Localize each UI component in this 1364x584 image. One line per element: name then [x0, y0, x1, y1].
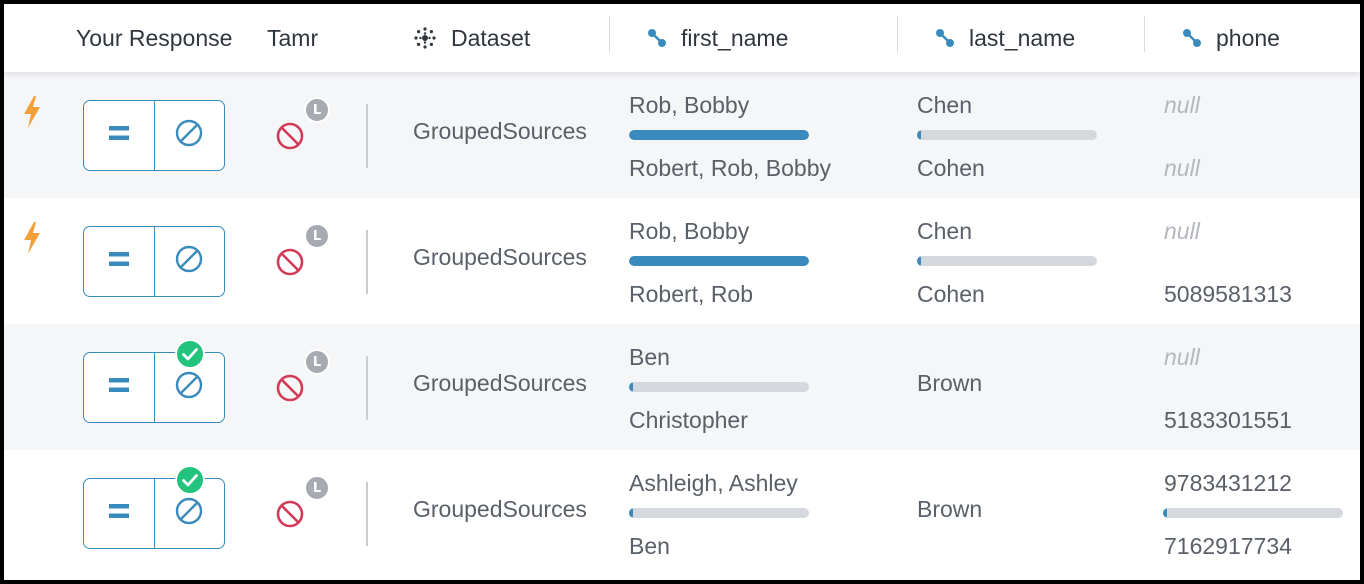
dataset-value: GroupedSources [413, 244, 587, 270]
tamr-label-badge: L [304, 97, 330, 123]
last-name-similarity-bar [917, 130, 1097, 140]
phone-top-value: 9783431212 [1164, 470, 1292, 496]
last-name-top-value: Chen [917, 218, 972, 244]
first-name-bottom-value: Ben [629, 533, 670, 559]
table-row[interactable]: L GroupedSources Ashleigh, Ashley Ben Brown 9… [4, 450, 1360, 576]
phone-top-value: null [1164, 344, 1200, 370]
no-match-button[interactable] [153, 101, 225, 170]
first-name-top-value: Rob, Bobby [629, 218, 750, 244]
last-name-top-value: Chen [917, 92, 972, 118]
header-your-response-label: Your Response [76, 24, 233, 51]
no-match-icon [174, 496, 204, 531]
first-name-similarity-fill [629, 382, 633, 392]
tamr-no-match-icon [275, 247, 305, 282]
last-name-bottom-value: Cohen [917, 281, 985, 307]
header-first-name[interactable]: first_name [647, 4, 788, 72]
table-row[interactable]: L GroupedSources Ben Christopher Brown null 51… [4, 324, 1360, 450]
first-name-top-value: Ashleigh, Ashley [629, 470, 798, 496]
first-name-similarity-fill [629, 130, 809, 140]
header-your-response[interactable]: Your Response [76, 4, 232, 72]
last-name-similarity-fill [917, 256, 921, 266]
checkmark-icon [175, 339, 205, 374]
last-name-bottom-value: Cohen [917, 155, 985, 181]
phone-similarity-fill [1163, 508, 1167, 518]
dataset-icon [413, 26, 437, 50]
equals-icon [108, 502, 130, 525]
header-first-name-label: first_name [681, 24, 789, 51]
attribute-link-icon [935, 28, 955, 48]
response-button-group [83, 226, 225, 297]
dataset-value: GroupedSources [413, 496, 587, 522]
equals-icon [108, 376, 130, 399]
pair-review-table: Your Response Tamr Dataset first_name la… [4, 4, 1360, 580]
lightning-bolt-icon [22, 222, 42, 259]
match-button[interactable] [84, 353, 154, 422]
header-divider [897, 16, 898, 52]
dataset-value: GroupedSources [413, 118, 587, 144]
dataset-value: GroupedSources [413, 370, 587, 396]
phone-top-value: null [1164, 218, 1200, 244]
first-name-similarity-bar [629, 508, 809, 518]
equals-icon [108, 124, 130, 147]
header-dataset-label: Dataset [451, 24, 531, 51]
first-name-similarity-fill [629, 508, 633, 518]
header-last-name-label: last_name [969, 24, 1076, 51]
header-dataset[interactable]: Dataset [413, 4, 530, 72]
first-name-similarity-bar [629, 382, 809, 392]
tamr-label-badge: L [304, 475, 330, 501]
phone-bottom-value: 7162917734 [1164, 533, 1292, 559]
last-name-value: Brown [917, 496, 983, 522]
first-name-similarity-bar [629, 130, 809, 140]
header-divider [1144, 16, 1145, 52]
header-phone-label: phone [1216, 24, 1280, 51]
header-last-name[interactable]: last_name [935, 4, 1075, 72]
no-match-button[interactable] [153, 227, 225, 296]
tamr-no-match-icon [275, 373, 305, 408]
first-name-bottom-value: Robert, Rob [629, 281, 754, 307]
checkmark-icon [175, 465, 205, 500]
column-divider [366, 104, 368, 168]
first-name-top-value: Ben [629, 344, 670, 370]
header-tamr[interactable]: Tamr [267, 4, 318, 72]
header-phone[interactable]: phone [1182, 4, 1280, 72]
match-button[interactable] [84, 479, 154, 548]
no-match-icon [174, 118, 204, 153]
phone-bottom-value: 5183301551 [1164, 407, 1292, 433]
lightning-bolt-icon [22, 96, 42, 133]
no-match-icon [174, 244, 204, 279]
phone-top-value: null [1164, 92, 1200, 118]
first-name-bottom-value: Robert, Rob, Bobby [629, 155, 832, 181]
table-row[interactable]: L GroupedSources Rob, Bobby Robert, Rob, Bo… [4, 72, 1360, 198]
phone-similarity-bar [1163, 508, 1343, 518]
attribute-link-icon [647, 28, 667, 48]
tamr-label-badge: L [304, 349, 330, 375]
header-tamr-label: Tamr [267, 24, 319, 51]
table-header: Your Response Tamr Dataset first_name la… [4, 4, 1360, 72]
column-divider [366, 482, 368, 546]
column-divider [366, 356, 368, 420]
first-name-similarity-bar [629, 256, 809, 266]
tamr-no-match-icon [275, 499, 305, 534]
tamr-label-badge: L [304, 223, 330, 249]
attribute-link-icon [1182, 28, 1202, 48]
first-name-similarity-fill [629, 256, 809, 266]
response-button-group [83, 100, 225, 171]
first-name-top-value: Rob, Bobby [629, 92, 750, 118]
table-row[interactable]: L GroupedSources Rob, Bobby Robert, Rob Chen… [4, 198, 1360, 324]
last-name-similarity-fill [917, 130, 921, 140]
phone-bottom-value: 5089581313 [1164, 281, 1292, 307]
no-match-icon [174, 370, 204, 405]
first-name-bottom-value: Christopher [629, 407, 748, 433]
equals-icon [108, 250, 130, 273]
match-button[interactable] [84, 101, 154, 170]
header-divider [609, 16, 610, 52]
match-button[interactable] [84, 227, 154, 296]
tamr-no-match-icon [275, 121, 305, 156]
last-name-similarity-bar [917, 256, 1097, 266]
column-divider [366, 230, 368, 294]
phone-bottom-value: null [1164, 155, 1200, 181]
last-name-value: Brown [917, 370, 983, 396]
